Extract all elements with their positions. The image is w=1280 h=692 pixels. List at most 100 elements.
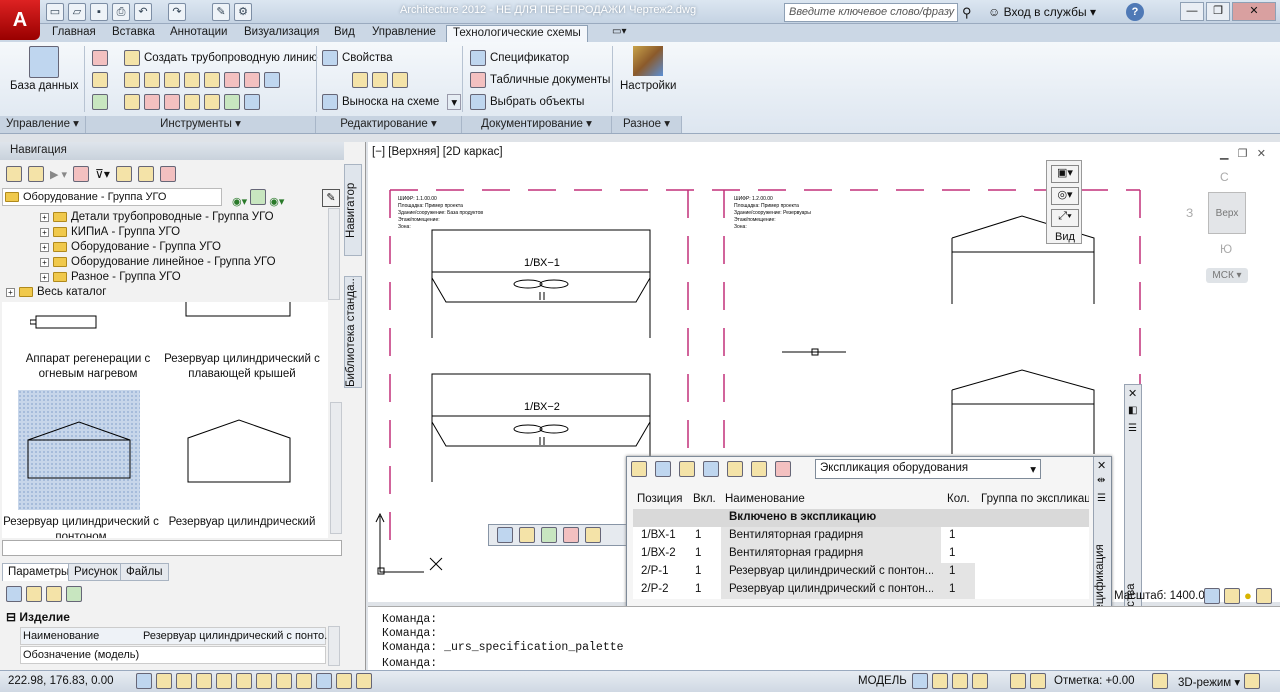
pin-icon[interactable]: ◧	[1128, 405, 1137, 416]
lock-icon[interactable]	[1152, 673, 1168, 692]
tree-item-kipia[interactable]: + КИПиА - Группа УГО	[40, 226, 180, 238]
settings-button[interactable]: Настройки	[620, 46, 676, 92]
mode-select[interactable]: 3D-режим ▾	[1178, 675, 1240, 689]
pan-icon[interactable]	[972, 673, 988, 689]
transparency-icon[interactable]	[336, 673, 352, 689]
pipe-tool-2[interactable]	[92, 72, 108, 88]
panel-docs-title[interactable]: Документирование ▾	[462, 116, 612, 133]
callout-button[interactable]: Выноска на схеме ▾	[322, 94, 462, 110]
refresh-icon[interactable]	[703, 461, 719, 477]
fullscreen-icon[interactable]	[1244, 673, 1260, 692]
minimize-icon[interactable]: ▁	[1220, 148, 1228, 160]
menu-icon[interactable]: ☰	[1097, 493, 1106, 504]
lineweight-icon[interactable]	[316, 673, 332, 689]
properties-button[interactable]: Свойства	[322, 50, 393, 66]
quickprops-icon[interactable]	[356, 673, 372, 689]
pipe-tool-3[interactable]	[92, 94, 108, 110]
help-icon[interactable]: ?	[1126, 3, 1144, 21]
viewcube-west[interactable]: З	[1186, 206, 1193, 220]
elevation-readout[interactable]: Отметка: +0.00	[1054, 675, 1135, 687]
forward-icon[interactable]: ◉▾	[269, 196, 284, 208]
binoculars-icon[interactable]: ⚲	[962, 5, 972, 21]
table-icon[interactable]	[775, 461, 791, 477]
polar-icon[interactable]	[196, 673, 212, 689]
grid-icon[interactable]	[156, 673, 172, 689]
application-menu-button[interactable]: A	[0, 0, 40, 40]
tab-annotate[interactable]: Аннотации	[164, 25, 233, 42]
viewcube-north[interactable]: С	[1220, 170, 1229, 184]
table-row[interactable]: 2/Р-2 1 Резервуар цилиндрический с понто…	[633, 581, 1089, 599]
export-icon[interactable]	[585, 527, 601, 543]
table-row[interactable]: 2/Р-1 1 Резервуар цилиндрический с понто…	[633, 563, 1089, 581]
tree-scrollbar[interactable]	[328, 208, 340, 300]
pipe-tool-1[interactable]	[92, 50, 108, 66]
props-scrollbar[interactable]	[328, 626, 340, 666]
tree-item-linear[interactable]: + Оборудование линейное - Группа УГО	[40, 256, 276, 268]
zoom-icon[interactable]: ⤢▾	[1051, 209, 1079, 227]
panel-edit-title[interactable]: Редактирование ▾	[316, 116, 462, 133]
grid-icon[interactable]	[541, 527, 557, 543]
col-qty[interactable]: Кол.	[947, 489, 970, 509]
thumb-label[interactable]: Аппарат регенерации с огневым нагревом	[10, 352, 166, 382]
undo-icon[interactable]: ↶	[134, 3, 152, 21]
viewcube-top[interactable]: Верх	[1208, 192, 1246, 234]
coordinates-readout[interactable]: 222.98, 176.83, 0.00	[8, 675, 114, 687]
funnel-icon[interactable]	[137, 166, 154, 182]
sort-icon[interactable]	[631, 461, 647, 477]
tool-row-3[interactable]	[124, 94, 260, 110]
search-icon[interactable]	[727, 461, 743, 477]
col-name[interactable]: Наименование	[725, 489, 805, 509]
select-objects-button[interactable]: Выбрать объекты	[470, 94, 584, 110]
copy-icon[interactable]	[159, 166, 176, 182]
back-icon[interactable]: ◉▾	[232, 196, 247, 208]
close-icon[interactable]: ✕	[1257, 148, 1266, 160]
search-input[interactable]	[2, 540, 342, 556]
col-include[interactable]: Вкл.	[693, 489, 716, 509]
binoculars-icon[interactable]	[115, 166, 132, 182]
equipment-label[interactable]: 1/ВХ−2	[524, 401, 560, 413]
panel-manage-title[interactable]: Управление ▾	[0, 116, 86, 133]
model-toggle[interactable]: МОДЕЛЬ	[858, 675, 907, 687]
tree-item-misc[interactable]: + Разное - Группа УГО	[40, 271, 181, 283]
annotation-icon[interactable]	[1204, 588, 1220, 604]
edit-icon[interactable]	[519, 527, 535, 543]
save-icon[interactable]: ▪	[90, 3, 108, 21]
ribbon-minimize-icon[interactable]: ▭▾	[606, 25, 632, 42]
add-icon[interactable]	[655, 461, 671, 477]
filter-icon[interactable]: ⊽▾	[95, 167, 110, 181]
orbit-icon[interactable]: ◎▾	[1051, 187, 1079, 205]
thumb-scrollbar[interactable]	[330, 402, 342, 534]
col-group[interactable]: Группа по экспликации	[981, 489, 1089, 509]
workspace-icon[interactable]: ⚙	[234, 3, 252, 21]
prop-row[interactable]: Обозначение (модель)	[20, 646, 326, 664]
gear-icon[interactable]	[1010, 673, 1026, 689]
layout-icon[interactable]	[952, 673, 968, 689]
restore-icon[interactable]: ❐	[1238, 148, 1248, 160]
sort-icon[interactable]	[26, 586, 42, 602]
restore-button[interactable]: ❐	[1206, 2, 1230, 21]
table-row[interactable]: 1/ВХ-1 1 Вентиляторная градирня 1	[633, 527, 1089, 545]
panel-misc-title[interactable]: Разное ▾	[612, 116, 682, 133]
thumb-label[interactable]: Резервуар цилиндрический	[160, 515, 324, 530]
group-select[interactable]: Оборудование - Группа УГО	[2, 188, 222, 206]
minimize-button[interactable]: —	[1180, 2, 1204, 21]
tag-icon[interactable]	[73, 166, 90, 182]
group-row[interactable]: Включено в экспликацию	[633, 509, 1089, 527]
tab-insert[interactable]: Вставка	[106, 25, 161, 42]
open-icon[interactable]: ▱	[68, 3, 86, 21]
tab-home[interactable]: Главная	[46, 25, 102, 42]
tab-process-schemes[interactable]: Технологические схемы	[446, 25, 588, 42]
up-icon[interactable]	[250, 189, 267, 205]
dyn-icon[interactable]	[296, 673, 312, 689]
ducs-icon[interactable]	[276, 673, 292, 689]
osnap-icon[interactable]	[216, 673, 232, 689]
redo-icon[interactable]: ↷	[168, 3, 186, 21]
tab-parameters[interactable]: Параметры	[2, 563, 76, 581]
edit-tools[interactable]	[352, 72, 408, 88]
specifier-button[interactable]: Спецификатор	[470, 50, 569, 66]
print-icon[interactable]	[679, 461, 695, 477]
tree-item-equipment[interactable]: + Оборудование - Группа УГО	[40, 241, 221, 253]
percent-icon[interactable]	[46, 586, 62, 602]
folder-icon[interactable]	[751, 461, 767, 477]
new-icon[interactable]: ▭	[46, 3, 64, 21]
